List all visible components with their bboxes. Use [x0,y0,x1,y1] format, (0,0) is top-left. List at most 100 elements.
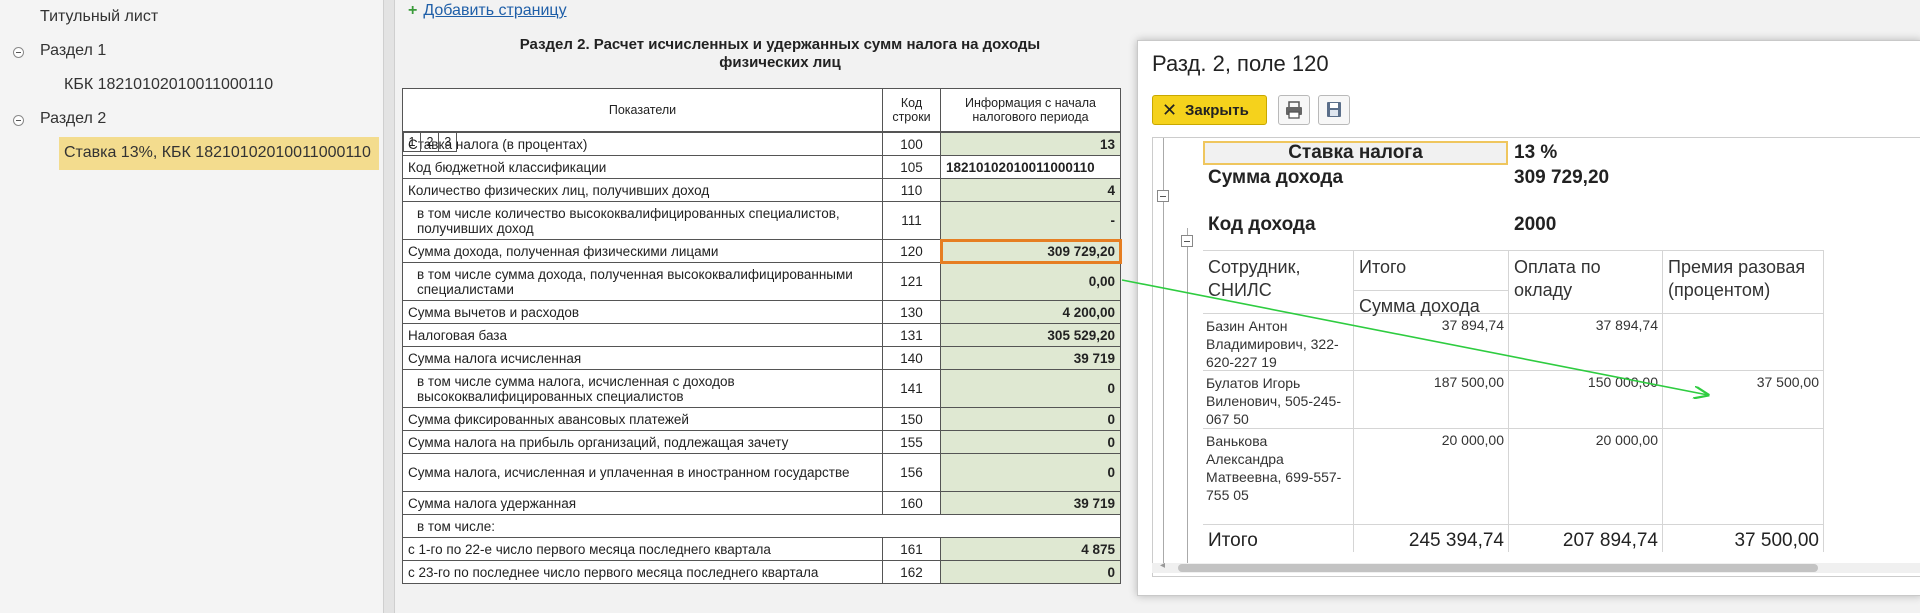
table-row: Сумма вычетов и расходов 130 4 200,00 [402,300,1121,324]
totals-total: 245 394,74 [1408,530,1504,551]
employee-total: 37 894,74 [1441,317,1504,333]
col-header-employee: Сотрудник, СНИЛС [1208,257,1301,300]
tree-item-title-page[interactable]: Титульный лист [40,8,158,26]
tree-item-kbk-1[interactable]: КБК 18210102010011000110 [64,76,273,94]
employee-total: 187 500,00 [1433,374,1504,390]
row-code: 161 [882,537,941,561]
row-code: 110 [882,178,941,202]
table-row: Сумма налога удержанная 160 39 719 [402,491,1121,515]
row-label: Сумма налога, исчисленная и уплаченная в… [402,453,883,492]
row-value[interactable]: 4 200,00 [940,300,1121,324]
table-row: в том числе сумма налога, исчисленная с … [402,369,1121,408]
row-value[interactable]: 0 [940,369,1121,408]
section-2-table: Показатели Код строки Информация с начал… [402,88,1122,584]
scrollbar-thumb[interactable] [1178,564,1818,572]
tree-item-section-2[interactable]: Раздел 2 [40,110,106,128]
group-collapse-icon[interactable] [1181,235,1193,247]
row-value[interactable]: 0 [940,430,1121,454]
panel-splitter[interactable] [384,0,395,613]
row-label: Количество физических лиц, получивших до… [402,178,883,202]
header-num-1: 1 [402,132,422,152]
totals-salary: 207 894,74 [1562,530,1658,551]
row-code: 162 [882,560,941,584]
row-value[interactable]: 39 719 [940,346,1121,370]
grid-line [1203,250,1823,251]
table-row: Код бюджетной классификации 105 18210102… [402,155,1121,179]
row-value[interactable]: 4 [940,178,1121,202]
row-label: в том числе сумма налога, исчисленная с … [402,369,883,408]
close-icon: ✕ [1162,100,1178,120]
table-row: с 1-го по 22-е число первого месяца посл… [402,537,1121,561]
rate-label: Ставка налога [1203,141,1508,165]
employee-total: 20 000,00 [1441,432,1504,448]
collapse-icon[interactable] [13,47,24,58]
row-value[interactable]: 0 [940,453,1121,492]
table-row: Количество физических лиц, получивших до… [402,178,1121,202]
row-code: 100 [882,132,941,156]
row-value[interactable]: 305 529,20 [940,323,1121,347]
close-button-label: Закрыть [1185,102,1249,119]
save-icon [1327,102,1341,117]
section-title: Раздел 2. Расчет исчисленных и удержанны… [519,36,1041,71]
table-row: в том числе сумма дохода, полученная выс… [402,262,1121,301]
row-label: в том числе: [402,514,1121,538]
col-header-salary: Оплата по окладу [1514,257,1601,300]
table-row: Сумма фиксированных авансовых платежей 1… [402,407,1121,431]
header-indicators: Показатели [402,88,883,132]
grid-line [1354,290,1508,291]
close-button[interactable]: ✕ Закрыть [1152,95,1267,125]
header-num-3: 3 [438,132,458,152]
horizontal-scrollbar[interactable]: ◂ [1152,560,1920,573]
row-label: Сумма налога удержанная [402,491,883,515]
decoding-popup: Разд. 2, поле 120 ✕ Закрыть Ставка налог… [1137,40,1920,596]
row-value[interactable]: 13 [940,132,1121,156]
row-label: Сумма налога на прибыль организаций, под… [402,430,883,454]
row-value[interactable]: 18210102010011000110 [940,155,1121,179]
collapse-icon[interactable] [13,115,24,126]
popup-title: Разд. 2, поле 120 [1152,51,1329,76]
printer-icon [1286,101,1302,119]
table-row: Сумма налога исчисленная 140 39 719 [402,346,1121,370]
row-code: 155 [882,430,941,454]
row-code: 120 [882,239,941,263]
row-value[interactable]: 0 [940,407,1121,431]
income-label: Сумма дохода [1208,167,1344,188]
table-row: Сумма дохода, полученная физическими лиц… [402,238,1122,264]
tree-item-section-1[interactable]: Раздел 1 [40,42,106,60]
totals-label: Итого [1208,530,1258,551]
row-label: с 23-го по последнее число первого месяц… [402,560,883,584]
grid-line [1508,250,1509,552]
employee-salary: 37 894,74 [1595,317,1658,333]
row-value-highlighted[interactable]: 309 729,20 [939,238,1122,264]
row-value[interactable]: 0,00 [940,262,1121,301]
grid-line [1203,428,1823,429]
outline-guide [1187,228,1188,568]
row-value[interactable]: 0 [940,560,1121,584]
row-value[interactable]: 39 719 [940,491,1121,515]
tree-item-rate-13[interactable]: Ставка 13%, КБК 18210102010011000110 [64,144,371,162]
rate-value: 13 % [1514,142,1558,163]
row-label: Сумма налога исчисленная [402,346,883,370]
group-collapse-icon[interactable] [1157,190,1169,202]
employee-name: Базин Антон Владимирович, 322-620-227 19 [1206,318,1339,370]
row-code: 131 [882,323,941,347]
row-label: Ставка налога (в процентах) [402,132,883,156]
row-value[interactable]: - [940,201,1121,240]
outline-guide [1163,138,1164,568]
print-button[interactable] [1278,95,1310,125]
employee-name: Ванькова Александра Матвеевна, 699-557-7… [1206,433,1342,503]
income-code-value: 2000 [1514,214,1557,235]
add-page-label[interactable]: Добавить страницу [423,2,566,19]
row-label: в том числе сумма дохода, полученная выс… [402,262,883,301]
grid-line [1203,524,1823,525]
grid-line [1662,250,1663,552]
employee-bonus: 37 500,00 [1756,374,1819,390]
row-label: Код бюджетной классификации [402,155,883,179]
add-page-link[interactable]: + Добавить страницу [408,2,567,20]
scroll-left-icon[interactable]: ◂ [1160,560,1165,571]
grid-line [1353,250,1354,552]
save-button[interactable] [1318,95,1350,125]
row-value[interactable]: 4 875 [940,537,1121,561]
row-code: 105 [882,155,941,179]
col-header-total: Итого [1359,257,1407,277]
